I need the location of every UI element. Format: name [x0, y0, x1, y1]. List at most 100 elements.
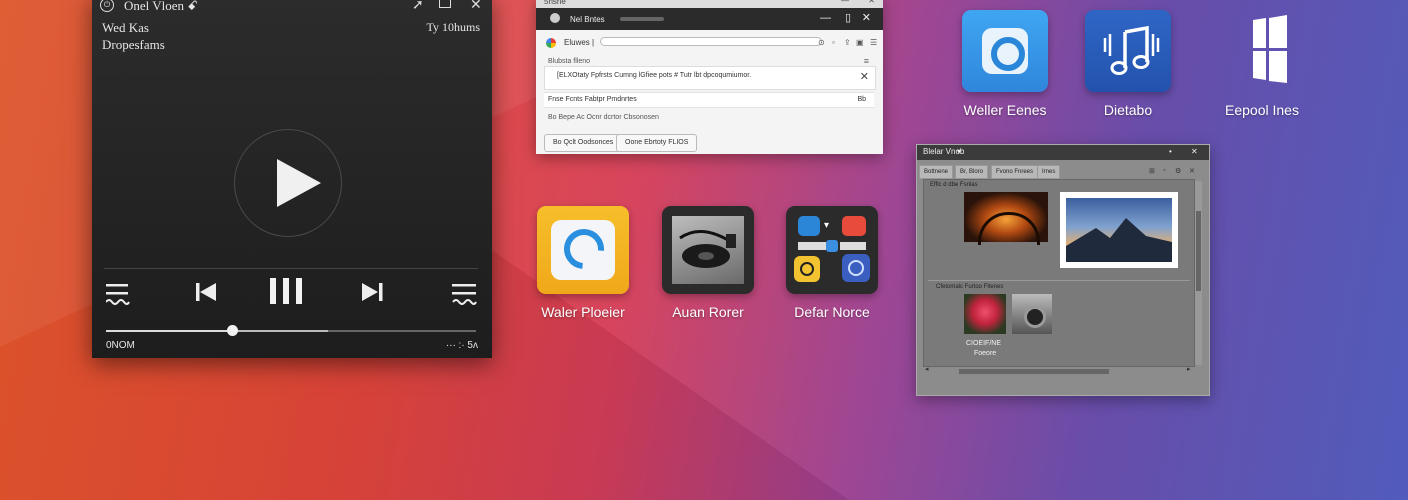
secondary-button[interactable]: Oone Ebrtoty FLIOS	[616, 134, 698, 152]
desktop-icon-label: Auan Rorer	[672, 304, 744, 320]
circle-app-icon	[537, 206, 629, 294]
desktop-icon-weller[interactable]: Weller Eenes	[946, 10, 1064, 118]
desktop-icon-label: Dietabo	[1103, 102, 1153, 118]
remaining-time: ··· :· 5ʌ	[445, 340, 478, 351]
notification-text: [ELXOtaty Fpfrsts Cumng lGfiee pots # Tu…	[557, 72, 752, 79]
list-item[interactable]: Fnse Fcnts Fabtpr Pmdnrtes Bb	[544, 92, 874, 108]
previous-icon[interactable]	[196, 282, 218, 302]
view-icon[interactable]: ▫	[1163, 167, 1165, 174]
music-note-icon	[1085, 10, 1171, 92]
address-input[interactable]	[600, 37, 822, 46]
photo-thumbnail[interactable]	[964, 294, 1006, 334]
photo-thumbnail-selected[interactable]	[1060, 192, 1178, 268]
bookmark-icon[interactable]: ▫	[832, 38, 835, 47]
app-menu-icon[interactable]: ▾	[957, 147, 961, 156]
section-heading: Cfetomalc Furtoo Fltenes	[936, 284, 1004, 290]
viewer-titlebar: Blelar Vnob ▾ • ✕	[917, 145, 1209, 160]
browser-header: Nel Bntes — ▯ ✕	[536, 8, 883, 30]
player-titlebar: ⏻ Onel Vloen ꗃ ➚ ✕	[92, 0, 492, 16]
outer-titlebar: 5hsne — ✕	[536, 0, 883, 8]
list-item-text: Fnse Fcnts Fabtpr Pmdnrtes	[548, 96, 637, 103]
share-icon[interactable]: ⇪	[844, 38, 851, 47]
pin-icon[interactable]: •	[1169, 147, 1172, 156]
restore-button[interactable]: ▯	[845, 11, 851, 24]
grid-icon[interactable]: ⊞	[1149, 167, 1155, 175]
refresh-icon[interactable]: ⊙	[818, 38, 825, 47]
player-app-icon: ⏻	[100, 0, 114, 12]
player-title: Onel Vloen ꗃ	[124, 0, 198, 13]
scroll-right-icon[interactable]: ▸	[1187, 365, 1191, 373]
site-favicon-icon	[546, 38, 556, 48]
extensions-icon[interactable]: ▣	[856, 38, 864, 47]
photo-thumbnail[interactable]	[1012, 294, 1052, 334]
next-icon[interactable]	[362, 282, 384, 302]
spiral-icon	[842, 254, 870, 282]
tab-3[interactable]: Fvono Fnrees	[991, 165, 1039, 179]
play-icon	[277, 159, 321, 207]
seek-handle[interactable]	[226, 325, 238, 336]
description-text: Bo Bepe Ac Ocnr dcrtor Cbsonosen	[548, 114, 659, 121]
desktop-icon-defar[interactable]: ▾ Defar Norce	[774, 206, 890, 320]
desktop-icon-eepool[interactable]: Eepool Ines	[1206, 10, 1318, 118]
primary-button[interactable]: Bo Qclt Oodsonces	[544, 134, 623, 152]
maximize-icon	[439, 0, 451, 8]
options-icon[interactable]: ≡	[864, 56, 869, 66]
close-button[interactable]: ✕	[470, 0, 482, 13]
playlist-icon[interactable]	[106, 282, 132, 306]
camera-icon	[794, 256, 820, 282]
vertical-scrollbar[interactable]	[1195, 181, 1202, 365]
title-progress-bar	[620, 17, 664, 21]
photo-thumbnail[interactable]	[964, 192, 1048, 245]
outer-title: 5hsne	[544, 0, 566, 6]
ring-app-icon	[962, 10, 1048, 92]
desktop-icon-water[interactable]: Waler Ploeier	[526, 206, 640, 320]
track-title: Wed Kas	[102, 20, 149, 35]
menu-icon[interactable]: ☰	[870, 38, 877, 47]
scroll-left-icon[interactable]: ◂	[925, 365, 929, 373]
outer-minimize-button[interactable]: —	[841, 0, 849, 5]
photo-viewer-window: Blelar Vnob ▾ • ✕ Bottnene Br, Bloro Fvo…	[916, 144, 1210, 396]
pin-icon[interactable]: ➚	[412, 0, 424, 13]
desktop-icon-label: Defar Norce	[794, 304, 870, 320]
notes-icon	[842, 216, 866, 236]
chat-icon	[798, 216, 820, 236]
windows-logo-icon	[1219, 10, 1305, 92]
desktop-icon-audio[interactable]: Auan Rorer	[650, 206, 766, 320]
browser-logo-icon	[550, 13, 560, 23]
section-heading: Efflc d dbe Fsnlas	[930, 182, 978, 188]
close-button[interactable]: ✕	[1191, 147, 1198, 156]
minimize-button[interactable]: —	[820, 12, 831, 24]
photo-caption: Foeore	[974, 350, 997, 357]
tab-4[interactable]: Irnes	[1037, 165, 1061, 179]
photo-caption: CIOEIF/NE	[966, 340, 1002, 347]
big-play-button[interactable]	[234, 129, 342, 237]
desktop-icon-dietabo[interactable]: Dietabo	[1072, 10, 1184, 118]
list-item-value: Bb	[857, 96, 866, 103]
track-artist: Dropesfams	[102, 37, 165, 52]
dismiss-icon[interactable]: ✕	[860, 70, 869, 83]
notification-banner: [ELXOtaty Fpfrsts Cumng lGfiee pots # Tu…	[544, 66, 876, 90]
seek-bar[interactable]	[106, 325, 476, 336]
gallery-pane: Efflc d dbe Fsnlas Cfetomalc Furtoo Flte…	[923, 179, 1195, 367]
browser-title: Nel Bntes	[570, 15, 605, 24]
close-panel-icon[interactable]: ✕	[1189, 167, 1195, 175]
turntable-icon	[662, 206, 754, 294]
browser-window: 5hsne — ✕ Nel Bntes — ▯ ✕ Eluwes | ⊙ ▫ ⇪…	[536, 0, 883, 154]
scroll-thumb[interactable]	[1196, 211, 1201, 291]
seek-progress	[106, 330, 232, 332]
pause-icon[interactable]	[270, 278, 304, 304]
desktop-icon-label: Weller Eenes	[963, 102, 1047, 118]
maximize-button[interactable]	[439, 0, 451, 11]
horizontal-scrollbar[interactable]	[959, 369, 1109, 374]
outer-close-button[interactable]: ✕	[868, 0, 875, 5]
desktop-icon-label: Eepool Ines	[1225, 102, 1299, 118]
media-player-window: ⏻ Onel Vloen ꗃ ➚ ✕ Wed Kas Dropesfams Ty…	[92, 0, 492, 358]
gear-icon[interactable]: ⚙	[1175, 167, 1181, 175]
divider	[104, 268, 478, 269]
duration-label: Ty 10hums	[426, 20, 481, 34]
equalizer-icon[interactable]	[452, 282, 478, 306]
tab-2[interactable]: Br, Bloro	[955, 165, 989, 179]
tab-1[interactable]: Bottnene	[919, 165, 954, 179]
close-button[interactable]: ✕	[862, 11, 871, 24]
section-title: Blubsta flleno	[548, 58, 591, 65]
